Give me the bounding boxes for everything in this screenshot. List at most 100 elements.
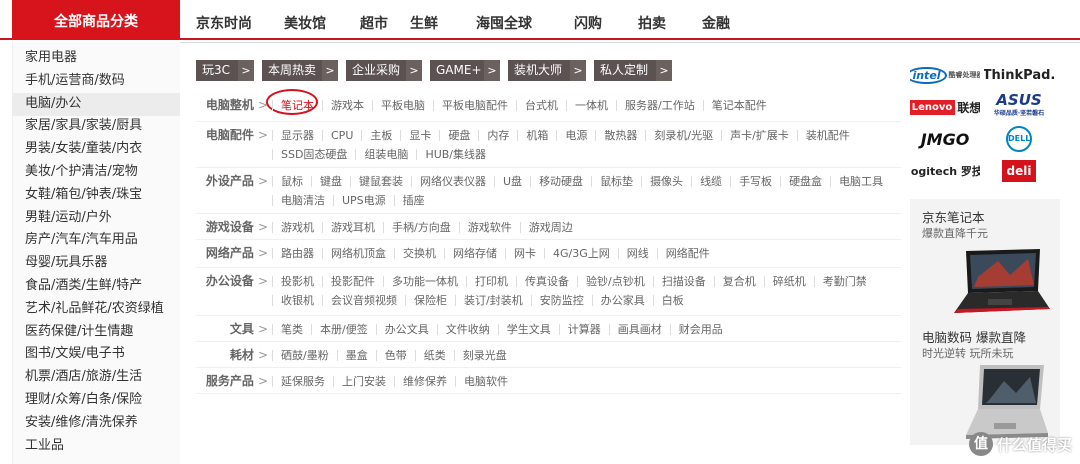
subcategory-link[interactable]: 学生文具 [497,324,559,335]
subcategory-link[interactable]: 验钞/点钞机 [577,276,653,287]
subcategory-link[interactable]: 笔记本配件 [702,100,775,111]
channel-tab[interactable]: 企业采购 > [346,60,422,81]
subcategory-link[interactable]: 键鼠套装 [350,176,411,187]
subcategory-link[interactable]: 笔类 [272,324,311,335]
subcategory-link[interactable]: 网络机顶盒 [322,248,394,259]
subcategory-link[interactable]: 组装电脑 [355,149,416,160]
subcategory-link[interactable]: 墨盒 [336,350,376,361]
subcategory-link[interactable]: UPS电源 [333,195,394,206]
category-item[interactable]: 男鞋/运动/户外 [13,207,181,230]
subcategory-link[interactable]: 游戏周边 [519,222,581,233]
nav-link[interactable]: 超市 [360,0,388,40]
subcategory-link[interactable]: SSD固态硬盘 [272,149,355,160]
row-title[interactable]: 网络产品 > [196,244,268,263]
subcategory-link[interactable]: 手写板 [730,176,780,187]
deli-logo[interactable]: deli [984,157,1054,185]
subcategory-link[interactable]: 计算器 [558,324,609,335]
subcategory-link[interactable]: 一体机 [566,100,616,111]
category-item[interactable]: 家用电器 [13,47,181,70]
subcategory-link[interactable]: 财会用品 [669,324,731,335]
subcategory-link[interactable]: 手柄/方向盘 [383,222,459,233]
subcategory-link[interactable]: 摄像头 [641,176,691,187]
category-item[interactable]: 安装/维修/清洗保养 [13,412,181,435]
subcategory-link[interactable]: 装订/封装机 [455,295,531,306]
subcategory-link[interactable]: 显示器 [272,130,322,141]
subcategory-link[interactable]: 硬盘盒 [780,176,830,187]
category-item[interactable]: 图书/文娱/电子书 [13,343,181,366]
nav-link[interactable]: 拍卖 [638,0,666,40]
subcategory-link[interactable]: 机箱 [517,130,556,141]
subcategory-link[interactable]: 平板电脑 [372,100,433,111]
nav-link[interactable]: 闪购 [574,0,602,40]
row-title[interactable]: 服务产品 > [196,372,268,391]
category-item[interactable]: 食品/酒类/生鲜/特产 [13,275,181,298]
subcategory-link[interactable]: 纸类 [414,350,454,361]
subcategory-link[interactable]: 保险柜 [405,295,455,306]
row-title[interactable]: 耗材 > [196,346,268,365]
subcategory-link[interactable]: 维修保养 [394,376,455,387]
category-item[interactable]: 工业品 [13,435,181,458]
subcategory-link[interactable]: 碎纸机 [763,276,814,287]
subcategory-link[interactable]: 网络配件 [656,248,718,259]
subcategory-link[interactable]: 硒鼓/墨粉 [272,350,337,361]
logitech-logo[interactable]: logitech 罗技 [910,157,980,185]
subcategory-link[interactable]: 4G/3G上网 [544,248,618,259]
category-item[interactable]: 母婴/玩具乐器 [13,252,181,275]
subcategory-link[interactable]: 服务器/工作站 [616,100,703,111]
subcategory-link[interactable]: 投影配件 [322,276,383,287]
all-categories-header[interactable]: 全部商品分类 [12,0,180,40]
subcategory-link[interactable]: 路由器 [272,248,322,259]
subcategory-link[interactable]: 画具画材 [608,324,670,335]
row-title[interactable]: 办公设备 > [196,272,268,291]
subcategory-link[interactable]: 文件收纳 [436,324,498,335]
promo-card-laptops[interactable]: 京东笔记本 爆款直降千元 [910,199,1060,319]
subcategory-link[interactable]: 复合机 [713,276,764,287]
subcategory-link[interactable]: 电源 [556,130,595,141]
subcategory-link[interactable]: 鼠标垫 [591,176,641,187]
subcategory-link[interactable]: 线缆 [691,176,730,187]
subcategory-link[interactable]: 内存 [478,130,517,141]
subcategory-link[interactable]: 多功能一体机 [383,276,466,287]
category-item[interactable]: 医药保健/计生情趣 [13,321,181,344]
subcategory-link[interactable]: 显卡 [400,130,439,141]
jmgo-logo[interactable]: JMGO [910,125,980,153]
subcategory-link[interactable]: 游戏机 [272,222,322,233]
category-item[interactable]: 家居/家具/家装/厨具 [13,115,181,138]
subcategory-link[interactable]: CPU [322,130,361,141]
nav-link[interactable]: 海囤全球 [476,0,532,40]
category-item[interactable]: 手机/运营商/数码 [13,70,181,93]
nav-link[interactable]: 京东时尚 [196,0,252,40]
row-title[interactable]: 游戏设备 > [196,218,268,237]
category-item[interactable]: 房产/汽车/汽车用品 [13,229,181,252]
subcategory-link[interactable]: 网卡 [505,248,544,259]
category-item[interactable]: 女鞋/箱包/钟表/珠宝 [13,184,181,207]
subcategory-link[interactable]: 游戏本 [322,100,372,111]
channel-tab[interactable]: 本周热卖 > [262,60,338,81]
category-item[interactable]: 男装/女装/童装/内衣 [13,138,181,161]
dell-logo[interactable]: DELL [984,125,1054,153]
thinkpad-logo[interactable]: ThinkPad. [984,61,1054,89]
subcategory-link[interactable]: 鼠标 [272,176,311,187]
subcategory-link[interactable]: 本册/便签 [311,324,376,335]
nav-link[interactable]: 生鲜 [410,0,438,40]
subcategory-link[interactable]: 网络存储 [444,248,505,259]
subcategory-link[interactable]: 网线 [617,248,657,259]
subcategory-link[interactable]: 网络仪表仪器 [411,176,494,187]
subcategory-link[interactable]: 平板电脑配件 [433,100,516,111]
subcategory-link[interactable]: U盘 [494,176,530,187]
subcategory-link[interactable]: 延保服务 [272,376,333,387]
subcategory-link[interactable]: 游戏软件 [458,222,520,233]
subcategory-link[interactable]: 声卡/扩展卡 [721,130,797,141]
nav-link[interactable]: 美妆馆 [284,0,326,40]
subcategory-link[interactable]: 办公家具 [591,295,653,306]
subcategory-link[interactable]: 会议音频视频 [322,295,405,306]
category-item[interactable]: 艺术/礼品鲜花/农资绿植 [13,298,181,321]
subcategory-link[interactable]: 色带 [375,350,415,361]
subcategory-link[interactable]: 上门安装 [333,376,394,387]
row-title[interactable]: 电脑配件 > [196,126,268,145]
subcategory-link[interactable]: 收银机 [272,295,322,306]
channel-tab[interactable]: GAME+ > [430,60,500,81]
row-title[interactable]: 电脑整机 > [196,96,268,115]
subcategory-link[interactable]: 白板 [652,295,692,306]
category-item[interactable]: 机票/酒店/旅游/生活 [13,366,181,389]
